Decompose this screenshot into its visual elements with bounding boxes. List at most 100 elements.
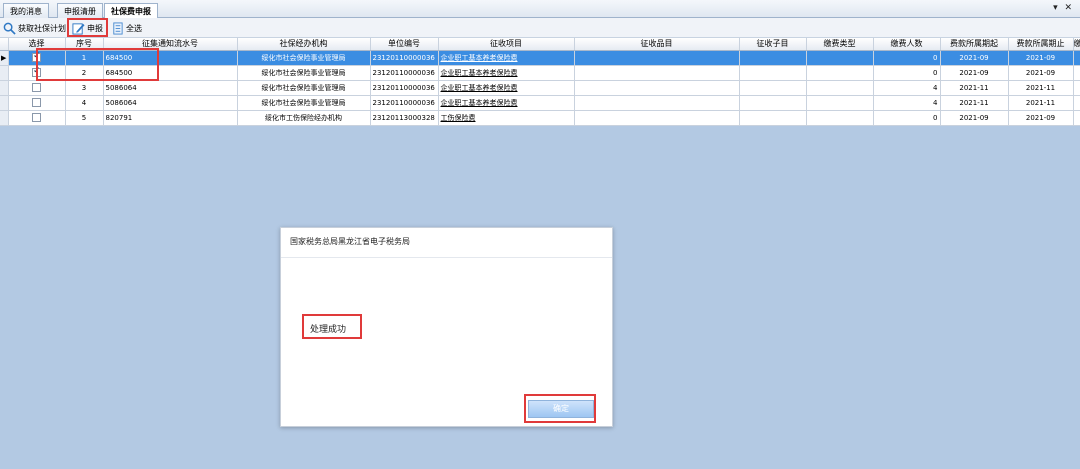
unit-no-cell: 23120113000328 bbox=[370, 110, 439, 126]
item-cell[interactable]: 企业职工基本养老保险费 bbox=[438, 65, 575, 81]
agency-cell: 绥化市社会保险事业管理局 bbox=[237, 95, 371, 111]
column-header[interactable]: 征收项目 bbox=[438, 38, 575, 51]
seq-cell: 3 bbox=[65, 80, 104, 96]
column-header[interactable]: 费款所属期起 bbox=[940, 38, 1009, 51]
category-cell bbox=[574, 110, 740, 126]
row-indicator bbox=[0, 110, 9, 126]
select-checkbox[interactable] bbox=[32, 113, 41, 122]
item-cell[interactable]: 工伤保险费 bbox=[438, 110, 575, 126]
search-icon bbox=[3, 22, 16, 35]
column-header[interactable]: 缴费基数 bbox=[1073, 38, 1080, 51]
pay-type-cell bbox=[806, 110, 874, 126]
item-cell[interactable]: 企业职工基本养老保险费 bbox=[438, 50, 575, 66]
select-all-label: 全选 bbox=[126, 23, 142, 33]
agency-cell: 绥化市工伤保险经办机构 bbox=[237, 110, 371, 126]
base-cell bbox=[1073, 95, 1080, 111]
document-icon bbox=[113, 21, 123, 35]
period-start-cell: 2021-09 bbox=[940, 65, 1009, 81]
subcategory-cell bbox=[739, 80, 807, 96]
subcategory-cell bbox=[739, 110, 807, 126]
table-row[interactable]: 4 5086064 绥化市社会保险事业管理局 23120110000036 企业… bbox=[0, 95, 1080, 111]
declare-button-highlight bbox=[67, 18, 108, 37]
period-end-cell: 2021-11 bbox=[1008, 95, 1074, 111]
subcategory-cell bbox=[739, 95, 807, 111]
table-row[interactable]: 2 684500 绥化市社会保险事业管理局 23120110000036 企业职… bbox=[0, 65, 1080, 81]
category-cell bbox=[574, 95, 740, 111]
pay-type-cell bbox=[806, 80, 874, 96]
unit-no-cell: 23120110000036 bbox=[370, 80, 439, 96]
seq-cell: 4 bbox=[65, 95, 104, 111]
row-indicator-header bbox=[0, 38, 9, 51]
unit-no-cell: 23120110000036 bbox=[370, 95, 439, 111]
notice-no-cell: 5086064 bbox=[103, 95, 238, 111]
period-start-cell: 2021-09 bbox=[940, 110, 1009, 126]
table-row[interactable]: 3 5086064 绥化市社会保险事业管理局 23120110000036 企业… bbox=[0, 80, 1080, 96]
fetch-plan-button[interactable]: 获取社保计划 bbox=[3, 20, 66, 36]
count-cell: 0 bbox=[873, 65, 941, 81]
tab-declaration-list[interactable]: 申报清册 bbox=[57, 3, 103, 18]
period-start-cell: 2021-11 bbox=[940, 80, 1009, 96]
select-checkbox-cell[interactable] bbox=[8, 110, 66, 126]
tab-label: 社保费申报 bbox=[111, 7, 151, 16]
selected-rows-highlight bbox=[36, 48, 159, 81]
table-header: 选择 序号 征集通知流水号 社保经办机构 单位编号 征收项目 征收品目 征收子目… bbox=[0, 38, 1080, 51]
table-row[interactable]: ▶ 1 684500 绥化市社会保险事业管理局 23120110000036 企… bbox=[0, 50, 1080, 66]
column-header[interactable]: 费款所属期止 bbox=[1008, 38, 1074, 51]
count-cell: 0 bbox=[873, 110, 941, 126]
tab-label: 我的消息 bbox=[10, 7, 42, 16]
notice-no-cell: 820791 bbox=[103, 110, 238, 126]
window-controls[interactable]: ▾ ✕ bbox=[1053, 3, 1074, 13]
message-highlight bbox=[302, 314, 362, 339]
unit-no-cell: 23120110000036 bbox=[370, 65, 439, 81]
period-start-cell: 2021-09 bbox=[940, 50, 1009, 66]
toolbar: 获取社保计划 申报 全选 bbox=[0, 18, 1080, 38]
agency-cell: 绥化市社会保险事业管理局 bbox=[237, 80, 371, 96]
row-indicator bbox=[0, 95, 9, 111]
subcategory-cell bbox=[739, 65, 807, 81]
row-indicator bbox=[0, 80, 9, 96]
select-checkbox-cell[interactable] bbox=[8, 95, 66, 111]
period-end-cell: 2021-09 bbox=[1008, 65, 1074, 81]
table-row[interactable]: 5 820791 绥化市工伤保险经办机构 23120113000328 工伤保险… bbox=[0, 110, 1080, 126]
dialog-divider bbox=[281, 257, 612, 258]
item-cell[interactable]: 企业职工基本养老保险费 bbox=[438, 95, 575, 111]
item-cell[interactable]: 企业职工基本养老保险费 bbox=[438, 80, 575, 96]
dialog-title: 国家税务总局黑龙江省电子税务局 bbox=[290, 237, 410, 246]
notice-no-cell: 5086064 bbox=[103, 80, 238, 96]
count-cell: 0 bbox=[873, 50, 941, 66]
column-header[interactable]: 缴费人数 bbox=[873, 38, 941, 51]
period-end-cell: 2021-09 bbox=[1008, 110, 1074, 126]
column-header[interactable]: 社保经办机构 bbox=[237, 38, 371, 51]
base-cell bbox=[1073, 110, 1080, 126]
tab-social-insurance-declaration[interactable]: 社保费申报 bbox=[104, 3, 158, 19]
base-cell bbox=[1073, 80, 1080, 96]
select-checkbox-cell[interactable] bbox=[8, 80, 66, 96]
select-checkbox[interactable] bbox=[32, 83, 41, 92]
category-cell bbox=[574, 80, 740, 96]
current-row-indicator: ▶ bbox=[0, 50, 9, 66]
pay-type-cell bbox=[806, 95, 874, 111]
period-start-cell: 2021-11 bbox=[940, 95, 1009, 111]
declaration-table: 选择 序号 征集通知流水号 社保经办机构 单位编号 征收项目 征收品目 征收子目… bbox=[0, 38, 1080, 126]
unit-no-cell: 23120110000036 bbox=[370, 50, 439, 66]
tab-my-messages[interactable]: 我的消息 bbox=[3, 3, 49, 18]
column-header[interactable]: 缴费类型 bbox=[806, 38, 874, 51]
period-end-cell: 2021-09 bbox=[1008, 50, 1074, 66]
fetch-plan-label: 获取社保计划 bbox=[18, 23, 66, 33]
subcategory-cell bbox=[739, 50, 807, 66]
tab-bar: 我的消息 申报清册 社保费申报 ▾ ✕ bbox=[0, 0, 1080, 19]
category-cell bbox=[574, 50, 740, 66]
column-header[interactable]: 征收品目 bbox=[574, 38, 740, 51]
pay-type-cell bbox=[806, 65, 874, 81]
column-header[interactable]: 单位编号 bbox=[370, 38, 439, 51]
count-cell: 4 bbox=[873, 95, 941, 111]
agency-cell: 绥化市社会保险事业管理局 bbox=[237, 50, 371, 66]
count-cell: 4 bbox=[873, 80, 941, 96]
category-cell bbox=[574, 65, 740, 81]
seq-cell: 5 bbox=[65, 110, 104, 126]
period-end-cell: 2021-11 bbox=[1008, 80, 1074, 96]
column-header[interactable]: 征收子目 bbox=[739, 38, 807, 51]
base-cell bbox=[1073, 65, 1080, 81]
select-checkbox[interactable] bbox=[32, 98, 41, 107]
select-all-button[interactable]: 全选 bbox=[111, 20, 142, 36]
